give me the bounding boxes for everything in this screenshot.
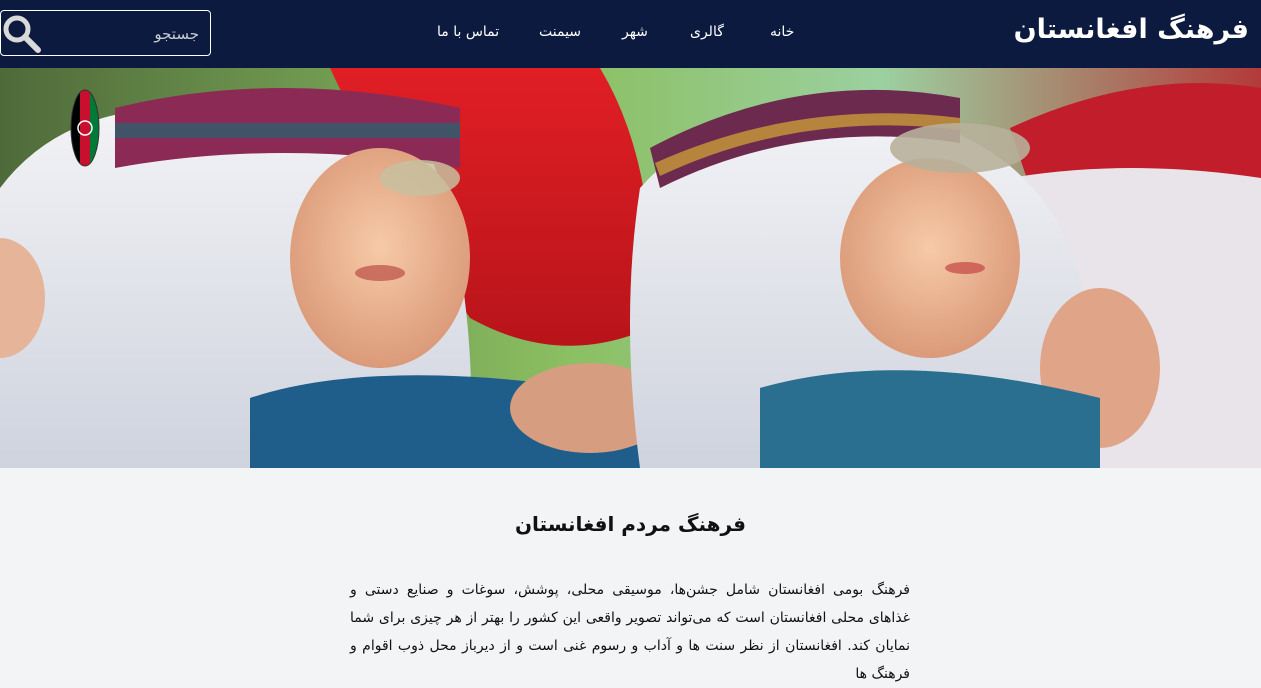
section-paragraph: فرهنگ بومی افغانستان شامل جشن‌ها، موسیقی… xyxy=(350,582,910,682)
search-input[interactable] xyxy=(41,17,201,51)
nav-link-cement[interactable]: سیمنت xyxy=(539,24,581,40)
hero-photo-collage xyxy=(0,68,1261,468)
search-box xyxy=(0,10,211,56)
nav-link-home[interactable]: خانه xyxy=(770,24,794,40)
nav-link-city[interactable]: شهر xyxy=(622,24,648,40)
nav-link-contact[interactable]: تماس با ما xyxy=(437,24,499,40)
main-content: فرهنگ مردم افغانستان فرهنگ بومی افغانستا… xyxy=(0,468,1261,682)
nav-link-gallery[interactable]: گالری xyxy=(690,24,724,40)
search-icon[interactable] xyxy=(1,13,43,55)
top-navbar: فرهنگ افغانستان خانه گالری شهر سیمنت تما… xyxy=(0,0,1261,68)
section-title: فرهنگ مردم افغانستان xyxy=(514,512,747,536)
afghan-flag-emblem xyxy=(70,89,100,167)
hero-image xyxy=(0,68,1261,468)
